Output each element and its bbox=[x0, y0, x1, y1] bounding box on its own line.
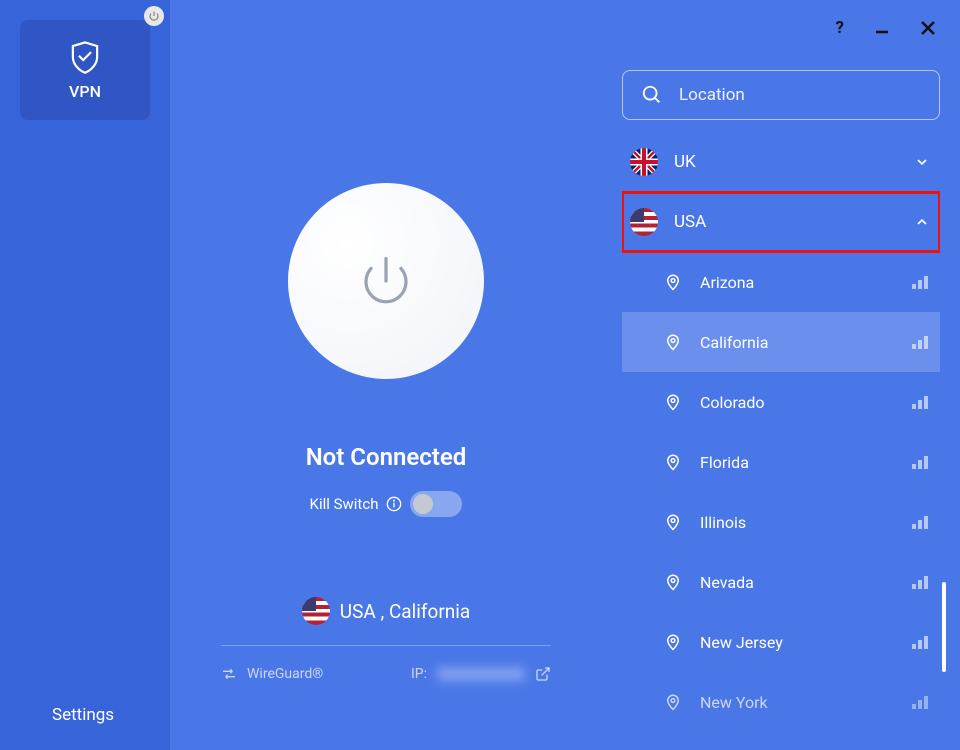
swap-icon[interactable] bbox=[221, 666, 237, 682]
city-label: Nevada bbox=[700, 573, 754, 592]
city-row-florida[interactable]: Florida bbox=[622, 432, 940, 492]
city-row-new-jersey[interactable]: New Jersey bbox=[622, 612, 940, 672]
city-label: Illinois bbox=[700, 513, 746, 532]
sidebar: VPN Settings bbox=[0, 0, 170, 750]
selected-location-row[interactable]: USA , California bbox=[302, 597, 470, 625]
uk-flag-icon bbox=[630, 148, 658, 176]
app-window: VPN Settings ? Not Connected Kill Switch… bbox=[0, 0, 960, 750]
signal-icon bbox=[912, 455, 930, 469]
locations-panel: UK USA Arizona California bbox=[602, 0, 960, 750]
signal-icon bbox=[912, 635, 930, 649]
pin-icon bbox=[664, 273, 682, 291]
pin-icon bbox=[664, 453, 682, 471]
city-row-arizona[interactable]: Arizona bbox=[622, 252, 940, 312]
usa-flag-icon bbox=[302, 597, 330, 625]
protocol-label: WireGuard® bbox=[247, 666, 323, 682]
city-label: New Jersey bbox=[700, 633, 783, 652]
city-row-colorado[interactable]: Colorado bbox=[622, 372, 940, 432]
killswitch-label: Kill Switch bbox=[310, 495, 379, 513]
center-panel: Not Connected Kill Switch USA , Californ… bbox=[170, 0, 602, 750]
signal-icon bbox=[912, 275, 930, 289]
signal-icon bbox=[912, 335, 930, 349]
country-label: UK bbox=[674, 152, 696, 172]
city-label: Colorado bbox=[700, 393, 765, 412]
power-icon bbox=[356, 251, 416, 311]
signal-icon bbox=[912, 695, 930, 709]
chevron-down-icon bbox=[914, 154, 930, 170]
settings-link[interactable]: Settings bbox=[0, 705, 170, 725]
settings-label: Settings bbox=[52, 705, 114, 725]
shield-icon bbox=[70, 40, 100, 74]
main-area: ? Not Connected Kill Switch USA , Califo… bbox=[170, 0, 960, 750]
killswitch-row: Kill Switch bbox=[310, 491, 463, 517]
signal-icon bbox=[912, 515, 930, 529]
signal-icon bbox=[912, 395, 930, 409]
info-icon[interactable] bbox=[386, 496, 402, 512]
search-icon bbox=[641, 84, 663, 106]
scrollbar[interactable] bbox=[942, 582, 946, 672]
footer-row: WireGuard® IP: bbox=[221, 666, 551, 682]
city-row-illinois[interactable]: Illinois bbox=[622, 492, 940, 552]
ip-label: IP: bbox=[411, 666, 427, 682]
city-label: California bbox=[700, 333, 768, 352]
connect-button[interactable] bbox=[288, 183, 484, 379]
chevron-up-icon bbox=[914, 214, 930, 230]
city-row-nevada[interactable]: Nevada bbox=[622, 552, 940, 612]
city-row-california[interactable]: California bbox=[622, 312, 940, 372]
ip-value-blurred bbox=[437, 667, 525, 681]
external-link-icon[interactable] bbox=[535, 666, 551, 682]
locations-list: UK USA Arizona California bbox=[622, 132, 940, 732]
pin-icon bbox=[664, 633, 682, 651]
killswitch-toggle[interactable] bbox=[410, 491, 462, 517]
country-row-uk[interactable]: UK bbox=[622, 132, 940, 192]
pin-icon bbox=[664, 573, 682, 591]
pin-icon bbox=[664, 513, 682, 531]
divider bbox=[221, 645, 551, 646]
city-label: Arizona bbox=[700, 273, 754, 292]
country-label: USA bbox=[674, 212, 706, 232]
search-input[interactable] bbox=[679, 85, 921, 105]
pin-icon bbox=[664, 333, 682, 351]
selected-location-label: USA , California bbox=[340, 600, 470, 623]
connection-status: Not Connected bbox=[306, 443, 467, 471]
signal-icon bbox=[912, 575, 930, 589]
city-row-new-york[interactable]: New York bbox=[622, 672, 940, 732]
pin-icon bbox=[664, 693, 682, 711]
usa-flag-icon bbox=[630, 208, 658, 236]
vpn-tab-label: VPN bbox=[69, 82, 101, 101]
country-row-usa[interactable]: USA bbox=[622, 192, 940, 252]
search-box[interactable] bbox=[622, 70, 940, 120]
pin-icon bbox=[664, 393, 682, 411]
city-label: New York bbox=[700, 693, 768, 712]
vpn-tab[interactable]: VPN bbox=[20, 20, 150, 120]
city-label: Florida bbox=[700, 453, 749, 472]
power-badge-icon bbox=[144, 6, 164, 26]
